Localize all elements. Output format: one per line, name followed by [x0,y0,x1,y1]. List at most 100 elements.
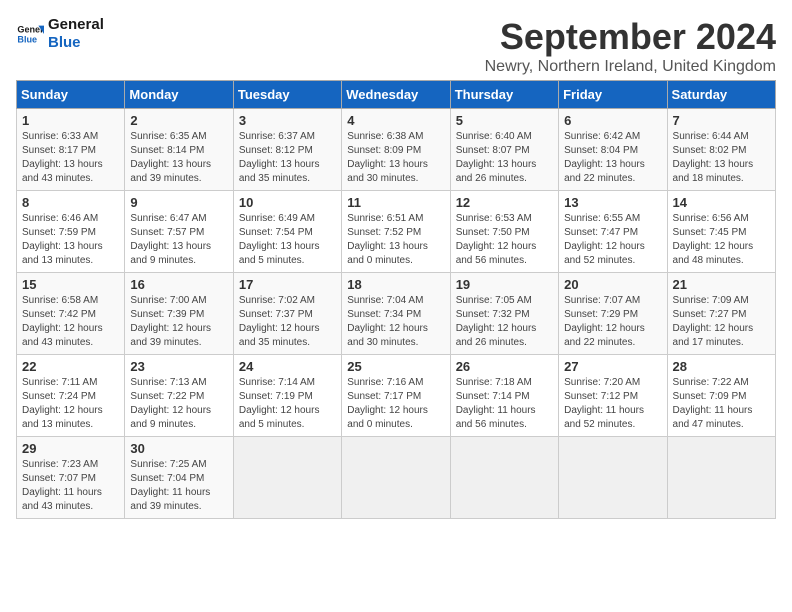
calendar-header-row: SundayMondayTuesdayWednesdayThursdayFrid… [17,81,776,109]
day-cell-20: 20 Sunrise: 7:07 AMSunset: 7:29 PMDayligh… [559,273,667,355]
day-cell-6: 6 Sunrise: 6:42 AMSunset: 8:04 PMDaylight… [559,109,667,191]
calendar-week-2: 8Sunrise: 6:46 AMSunset: 7:59 PMDaylight… [17,191,776,273]
day-detail: Sunrise: 6:49 AMSunset: 7:54 PMDaylight:… [239,213,320,266]
empty-cell [559,437,667,519]
day-detail: Sunrise: 7:16 AMSunset: 7:17 PMDaylight:… [347,377,428,430]
day-cell-3: 3Sunrise: 6:37 AMSunset: 8:12 PMDaylight… [233,109,341,191]
day-number: 19 [456,277,553,292]
svg-text:Blue: Blue [17,34,37,44]
logo-icon: General Blue [16,20,44,48]
header-thursday: Thursday [450,81,558,109]
header-friday: Friday [559,81,667,109]
day-detail: Sunrise: 7:07 AMSunset: 7:29 PMDaylight:… [564,295,645,348]
day-number: 6 [564,113,661,128]
calendar-week-3: 15 Sunrise: 6:58 AMSunset: 7:42 PMDayligh… [17,273,776,355]
day-detail: Sunrise: 7:11 AMSunset: 7:24 PMDaylight:… [22,377,103,430]
day-cell-19: 19 Sunrise: 7:05 AMSunset: 7:32 PMDayligh… [450,273,558,355]
day-detail: Sunrise: 6:58 AMSunset: 7:42 PMDaylight:… [22,295,103,348]
logo-line1: General [48,16,104,34]
day-cell-4: 4Sunrise: 6:38 AMSunset: 8:09 PMDaylight… [342,109,450,191]
day-number: 17 [239,277,336,292]
day-number: 18 [347,277,444,292]
day-number: 28 [673,359,770,374]
day-detail: Sunrise: 7:02 AMSunset: 7:37 PMDaylight:… [239,295,320,348]
day-cell-21: 21 Sunrise: 7:09 AMSunset: 7:27 PMDayligh… [667,273,775,355]
day-cell-12: 12Sunrise: 6:53 AMSunset: 7:50 PMDayligh… [450,191,558,273]
day-detail: Sunrise: 6:46 AMSunset: 7:59 PMDaylight:… [22,213,103,266]
day-number: 16 [130,277,227,292]
header-saturday: Saturday [667,81,775,109]
logo: General Blue General Blue [16,16,104,52]
day-cell-9: 9Sunrise: 6:47 AMSunset: 7:57 PMDaylight… [125,191,233,273]
day-cell-30: 30 Sunrise: 7:25 AMSunset: 7:04 PMDayligh… [125,437,233,519]
day-detail: Sunrise: 7:13 AMSunset: 7:22 PMDaylight:… [130,377,211,430]
day-cell-24: 24 Sunrise: 7:14 AMSunset: 7:19 PMDayligh… [233,355,341,437]
day-cell-5: 5 Sunrise: 6:40 AMSunset: 8:07 PMDaylight… [450,109,558,191]
day-cell-8: 8Sunrise: 6:46 AMSunset: 7:59 PMDaylight… [17,191,125,273]
day-detail: Sunrise: 7:22 AMSunset: 7:09 PMDaylight:… [673,377,753,430]
day-detail: Sunrise: 6:56 AMSunset: 7:45 PMDaylight:… [673,213,754,266]
empty-cell [233,437,341,519]
day-number: 22 [22,359,119,374]
day-detail: Sunrise: 7:20 AMSunset: 7:12 PMDaylight:… [564,377,644,430]
calendar-week-4: 22 Sunrise: 7:11 AMSunset: 7:24 PMDayligh… [17,355,776,437]
day-detail: Sunrise: 7:00 AMSunset: 7:39 PMDaylight:… [130,295,211,348]
day-number: 10 [239,195,336,210]
day-detail: Sunrise: 6:47 AMSunset: 7:57 PMDaylight:… [130,213,211,266]
day-detail: Sunrise: 7:25 AMSunset: 7:04 PMDaylight:… [130,459,210,512]
day-cell-13: 13Sunrise: 6:55 AMSunset: 7:47 PMDayligh… [559,191,667,273]
day-number: 23 [130,359,227,374]
day-detail: Sunrise: 6:38 AMSunset: 8:09 PMDaylight:… [347,131,428,184]
day-number: 29 [22,441,119,456]
day-number: 1 [22,113,119,128]
day-cell-7: 7 Sunrise: 6:44 AMSunset: 8:02 PMDaylight… [667,109,775,191]
day-detail: Sunrise: 7:05 AMSunset: 7:32 PMDaylight:… [456,295,537,348]
day-number: 14 [673,195,770,210]
day-number: 2 [130,113,227,128]
day-detail: Sunrise: 7:23 AMSunset: 7:07 PMDaylight:… [22,459,102,512]
day-number: 24 [239,359,336,374]
header-wednesday: Wednesday [342,81,450,109]
day-cell-1: 1 Sunrise: 6:33 AMSunset: 8:17 PMDaylight… [17,109,125,191]
title-block: September 2024 Newry, Northern Ireland, … [485,16,776,76]
day-detail: Sunrise: 6:42 AMSunset: 8:04 PMDaylight:… [564,131,645,184]
day-cell-18: 18Sunrise: 7:04 AMSunset: 7:34 PMDayligh… [342,273,450,355]
day-number: 13 [564,195,661,210]
day-detail: Sunrise: 6:51 AMSunset: 7:52 PMDaylight:… [347,213,428,266]
day-detail: Sunrise: 7:18 AMSunset: 7:14 PMDaylight:… [456,377,536,430]
day-detail: Sunrise: 6:33 AMSunset: 8:17 PMDaylight:… [22,131,103,184]
day-detail: Sunrise: 6:40 AMSunset: 8:07 PMDaylight:… [456,131,537,184]
day-cell-15: 15 Sunrise: 6:58 AMSunset: 7:42 PMDayligh… [17,273,125,355]
day-number: 21 [673,277,770,292]
day-cell-23: 23 Sunrise: 7:13 AMSunset: 7:22 PMDayligh… [125,355,233,437]
day-number: 26 [456,359,553,374]
day-number: 5 [456,113,553,128]
calendar-week-5: 29 Sunrise: 7:23 AMSunset: 7:07 PMDayligh… [17,437,776,519]
day-number: 20 [564,277,661,292]
header-sunday: Sunday [17,81,125,109]
day-number: 7 [673,113,770,128]
day-cell-2: 2Sunrise: 6:35 AMSunset: 8:14 PMDaylight… [125,109,233,191]
month-title: September 2024 [485,16,776,58]
day-number: 12 [456,195,553,210]
day-detail: Sunrise: 7:14 AMSunset: 7:19 PMDaylight:… [239,377,320,430]
day-cell-14: 14 Sunrise: 6:56 AMSunset: 7:45 PMDayligh… [667,191,775,273]
day-cell-17: 17 Sunrise: 7:02 AMSunset: 7:37 PMDayligh… [233,273,341,355]
day-cell-22: 22 Sunrise: 7:11 AMSunset: 7:24 PMDayligh… [17,355,125,437]
day-detail: Sunrise: 7:09 AMSunset: 7:27 PMDaylight:… [673,295,754,348]
day-cell-11: 11Sunrise: 6:51 AMSunset: 7:52 PMDayligh… [342,191,450,273]
day-cell-10: 10 Sunrise: 6:49 AMSunset: 7:54 PMDayligh… [233,191,341,273]
day-cell-29: 29 Sunrise: 7:23 AMSunset: 7:07 PMDayligh… [17,437,125,519]
day-cell-25: 25Sunrise: 7:16 AMSunset: 7:17 PMDayligh… [342,355,450,437]
header-monday: Monday [125,81,233,109]
empty-cell [667,437,775,519]
day-detail: Sunrise: 6:44 AMSunset: 8:02 PMDaylight:… [673,131,754,184]
day-cell-16: 16 Sunrise: 7:00 AMSunset: 7:39 PMDayligh… [125,273,233,355]
day-cell-27: 27 Sunrise: 7:20 AMSunset: 7:12 PMDayligh… [559,355,667,437]
day-number: 30 [130,441,227,456]
day-number: 15 [22,277,119,292]
header: General Blue General Blue September 2024… [16,16,776,76]
day-detail: Sunrise: 6:37 AMSunset: 8:12 PMDaylight:… [239,131,320,184]
day-number: 27 [564,359,661,374]
calendar-week-1: 1 Sunrise: 6:33 AMSunset: 8:17 PMDaylight… [17,109,776,191]
